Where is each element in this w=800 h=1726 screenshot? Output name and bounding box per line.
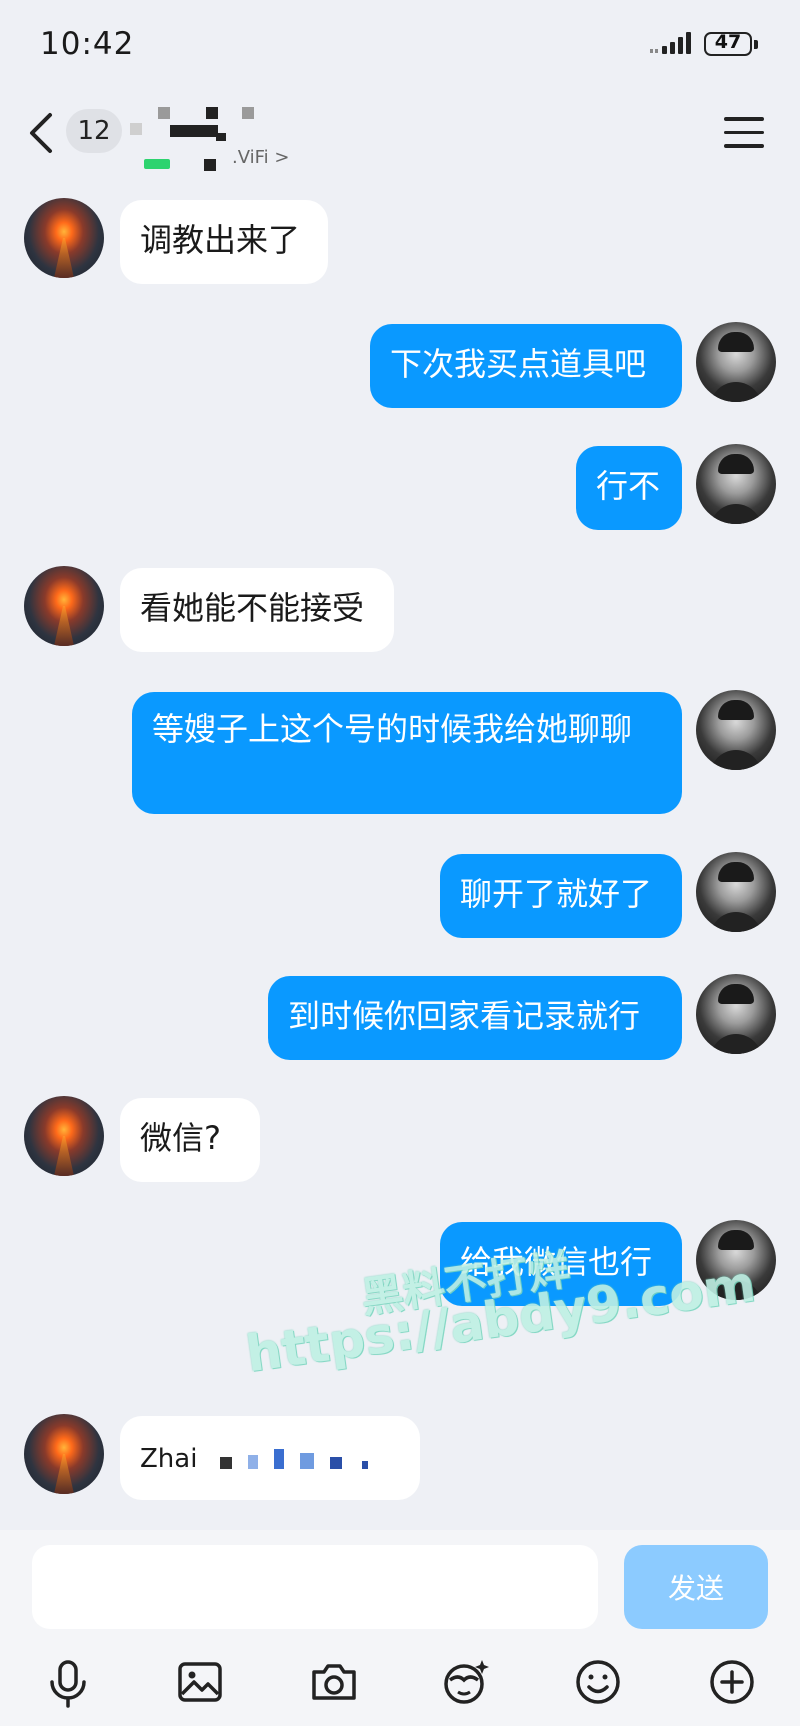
user-avatar[interactable] [696, 690, 776, 770]
contact-avatar[interactable] [24, 1096, 104, 1176]
user-avatar[interactable] [696, 852, 776, 932]
chat-header: 12 .ViFi > [0, 95, 800, 175]
message-bubble[interactable]: 等嫂子上这个号的时候我给她聊聊 [132, 692, 682, 814]
user-avatar[interactable] [696, 444, 776, 524]
message-bubble[interactable]: 调教出来了 [120, 200, 328, 284]
emoji-icon[interactable] [566, 1650, 630, 1714]
user-avatar[interactable] [696, 974, 776, 1054]
message-bubble[interactable]: 给我微信也行 [440, 1222, 682, 1306]
user-avatar[interactable] [696, 322, 776, 402]
image-icon[interactable] [168, 1650, 232, 1714]
status-time: 10:42 [40, 26, 135, 62]
message-bubble[interactable]: 微信? [120, 1098, 260, 1182]
message-bubble[interactable]: Zhai [120, 1416, 420, 1500]
menu-icon[interactable] [724, 117, 764, 151]
send-button[interactable]: 发送 [624, 1545, 768, 1629]
input-bar: 发送 [0, 1530, 800, 1726]
contact-avatar[interactable] [24, 566, 104, 646]
status-bar: 10:42 47 [0, 0, 800, 90]
online-status-indicator [144, 159, 170, 169]
message-bubble[interactable]: 看她能不能接受 [120, 568, 394, 652]
microphone-icon[interactable] [36, 1650, 100, 1714]
plus-icon[interactable] [700, 1650, 764, 1714]
user-avatar[interactable] [696, 1220, 776, 1300]
message-bubble[interactable]: 聊开了就好了 [440, 854, 682, 938]
message-text-partial: Zhai [140, 1444, 198, 1474]
unread-count-badge[interactable]: 12 [66, 109, 122, 153]
contact-avatar[interactable] [24, 198, 104, 278]
camera-icon[interactable] [302, 1650, 366, 1714]
contact-avatar[interactable] [24, 1414, 104, 1494]
back-arrow-icon[interactable] [26, 109, 58, 157]
contact-name-redacted[interactable] [130, 105, 290, 141]
battery-icon: 47 [704, 31, 752, 56]
battery-level: 47 [714, 31, 742, 53]
message-bubble[interactable]: 下次我买点道具吧 [370, 324, 682, 408]
network-status[interactable]: .ViFi > [232, 147, 290, 168]
input-toolbar [0, 1650, 800, 1720]
message-input[interactable] [32, 1545, 598, 1629]
signal-icon [650, 32, 691, 54]
redacted-id-pixels [219, 1435, 369, 1481]
battery-tip [754, 40, 758, 49]
chat-screen: 10:42 47 12 .ViFi > 调教出来了 下次我买点道具吧 行不 看她… [0, 0, 800, 1726]
message-bubble[interactable]: 到时候你回家看记录就行 [268, 976, 682, 1060]
message-bubble[interactable]: 行不 [576, 446, 682, 530]
sticker-icon[interactable] [434, 1650, 498, 1714]
